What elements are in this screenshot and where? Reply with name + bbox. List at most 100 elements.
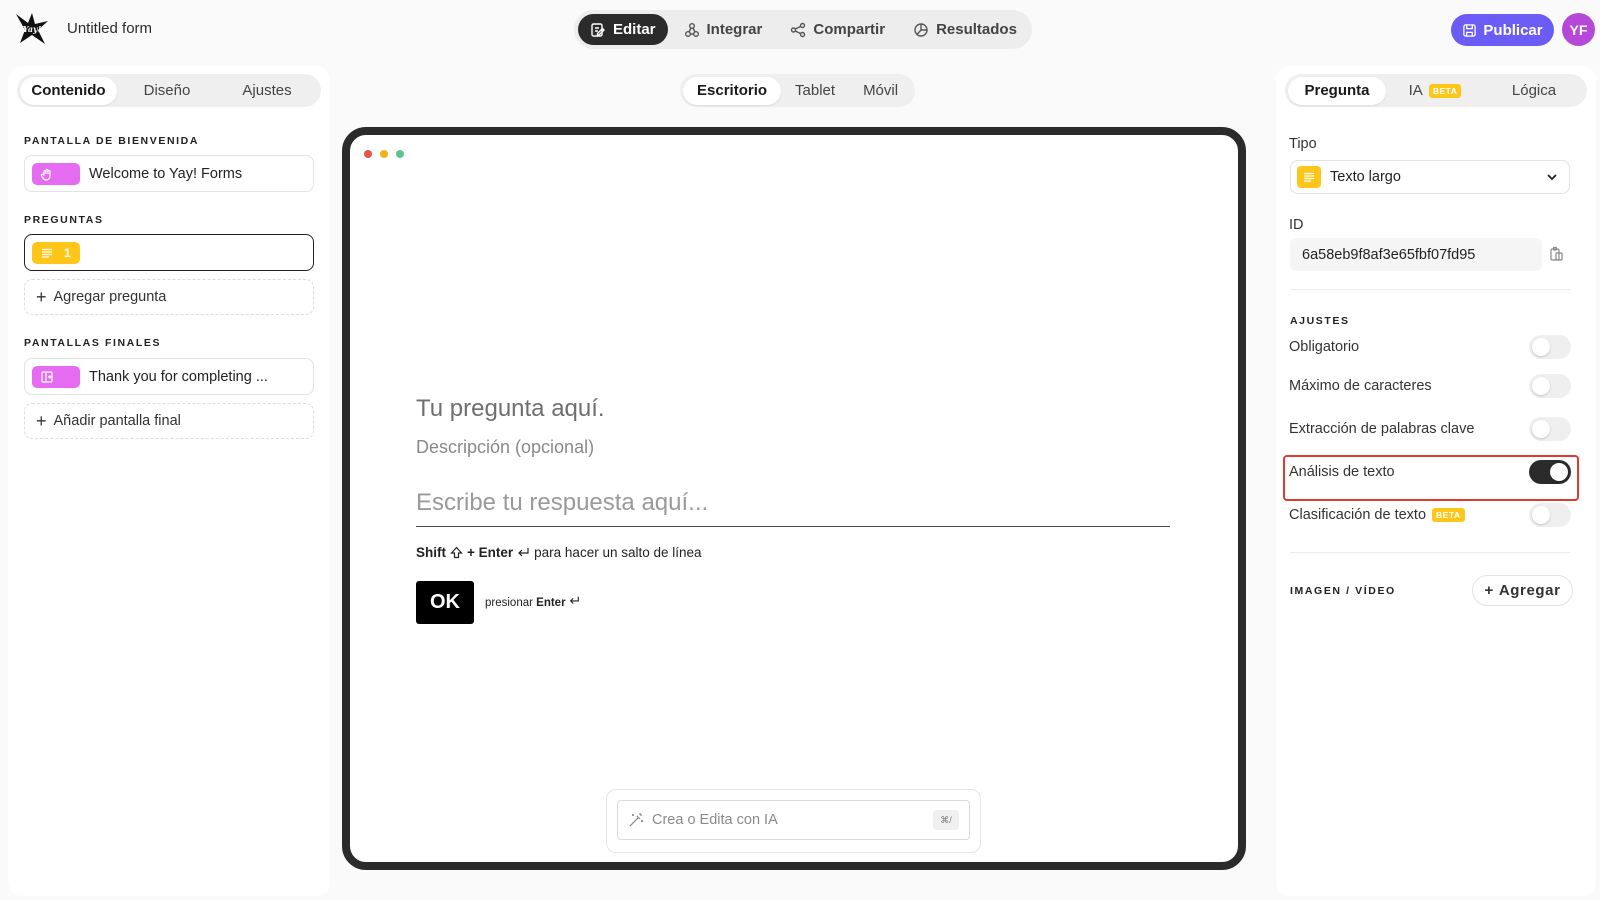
tab-diseno[interactable]: Diseño — [117, 77, 217, 105]
mode-results-button[interactable]: Resultados — [901, 14, 1029, 45]
long-text-icon — [42, 248, 52, 258]
question-chip: 1 — [32, 241, 80, 264]
max-chars-toggle[interactable] — [1529, 374, 1571, 398]
plus-icon: + — [36, 287, 47, 307]
add-ending-button[interactable]: + Añadir pantalla final — [24, 403, 314, 439]
question-title[interactable]: Tu pregunta aquí. — [416, 395, 605, 423]
question-type-select[interactable]: Texto largo — [1290, 160, 1570, 194]
mode-share-label: Compartir — [813, 21, 886, 38]
add-media-button[interactable]: + Agregar — [1472, 575, 1573, 606]
long-text-icon — [1304, 172, 1314, 182]
enter-icon — [518, 548, 529, 557]
right-tabs: Pregunta IA BETA Lógica — [1285, 74, 1587, 107]
ending-screen-item[interactable]: Thank you for completing ... — [24, 358, 314, 395]
type-label: Tipo — [1289, 136, 1317, 152]
mode-switcher: Editar Integrar Compartir Resultados — [574, 10, 1032, 49]
yay-forms-logo[interactable]: Yay! — [14, 11, 50, 47]
publish-icon — [1463, 23, 1477, 37]
mode-edit-button[interactable]: Editar — [578, 14, 668, 45]
maximize-dot — [396, 150, 404, 158]
settings-section-label: AJUSTES — [1290, 315, 1350, 327]
tab-ajustes[interactable]: Ajustes — [217, 77, 317, 105]
share-icon — [791, 22, 806, 37]
hand-wave-icon — [40, 168, 51, 181]
tab-ia-label: IA — [1408, 82, 1423, 99]
welcome-screen-item[interactable]: Welcome to Yay! Forms — [24, 155, 314, 192]
ending-item-label: Thank you for completing ... — [89, 368, 268, 385]
close-dot — [364, 150, 372, 158]
tab-pregunta[interactable]: Pregunta — [1288, 76, 1386, 105]
add-media-label: Agregar — [1498, 582, 1561, 599]
question-item[interactable]: 1 — [24, 234, 314, 271]
question-id-field[interactable]: 6a58eb9f8af3e65fbf07fd95 — [1290, 238, 1542, 271]
ok-button[interactable]: OK — [416, 581, 474, 624]
question-description[interactable]: Descripción (opcional) — [416, 437, 594, 458]
content-panel: Contenido Diseño Ajustes PANTALLA DE BIE… — [8, 66, 330, 896]
mode-share-button[interactable]: Compartir — [778, 14, 897, 45]
svg-text:Yay!: Yay! — [23, 24, 42, 34]
ai-shortcut-badge: ⌘/ — [933, 810, 959, 830]
tab-tablet[interactable]: Tablet — [781, 77, 849, 105]
mode-edit-label: Editar — [613, 21, 656, 38]
ai-prompt-input[interactable]: Crea o Edita con IA ⌘/ — [617, 800, 970, 840]
media-section-label: IMAGEN / VÍDEO — [1290, 585, 1396, 597]
setting-text-classification: Clasificación de texto BETA — [1289, 502, 1571, 528]
keyword-extraction-toggle[interactable] — [1529, 417, 1571, 441]
beta-badge: BETA — [1428, 83, 1462, 98]
enter-icon — [569, 596, 579, 604]
exit-door-icon — [41, 370, 53, 383]
hint-text: para hacer un salto de línea — [534, 545, 702, 560]
edit-icon — [591, 22, 605, 37]
divider — [1290, 552, 1570, 553]
mode-integrate-label: Integrar — [706, 21, 763, 38]
type-value: Texto largo — [1330, 169, 1401, 185]
setting-keyword-extraction: Extracción de palabras clave — [1289, 416, 1571, 442]
publish-button[interactable]: Publicar — [1451, 14, 1554, 46]
form-title[interactable]: Untitled form — [67, 20, 152, 37]
endings-section-label: PANTALLAS FINALES — [24, 337, 162, 349]
publish-label: Publicar — [1483, 21, 1543, 39]
question-settings-panel: Pregunta IA BETA Lógica Tipo Texto largo… — [1276, 66, 1596, 896]
mode-results-label: Resultados — [936, 21, 1017, 38]
setting-obligatorio: Obligatorio — [1289, 334, 1571, 360]
preview-panel: Escritorio Tablet Móvil Tu pregunta aquí… — [336, 66, 1272, 896]
divider — [1290, 289, 1570, 290]
setting-max-chars: Máximo de caracteres — [1289, 373, 1571, 399]
text-classification-toggle[interactable] — [1529, 503, 1571, 527]
hint-enter: + Enter — [467, 545, 514, 560]
mode-integrate-button[interactable]: Integrar — [672, 14, 775, 45]
ending-chip — [32, 365, 80, 388]
setting-label: Máximo de caracteres — [1289, 378, 1432, 394]
plus-icon: + — [1484, 582, 1494, 599]
add-ending-label: Añadir pantalla final — [53, 413, 181, 429]
desktop-preview-frame: Tu pregunta aquí. Descripción (opcional)… — [342, 127, 1246, 870]
hint-shift: Shift — [416, 545, 446, 560]
shift-icon — [450, 546, 463, 559]
tab-movil[interactable]: Móvil — [849, 77, 912, 105]
setting-label: Clasificación de texto — [1289, 507, 1427, 523]
magic-wand-icon — [629, 813, 643, 827]
welcome-section-label: PANTALLA DE BIENVENIDA — [24, 135, 200, 147]
device-tabs: Escritorio Tablet Móvil — [680, 74, 916, 107]
left-tabs: Contenido Diseño Ajustes — [17, 74, 321, 107]
tab-logica[interactable]: Lógica — [1484, 77, 1584, 105]
tab-contenido[interactable]: Contenido — [20, 76, 117, 105]
results-icon — [914, 22, 928, 37]
questions-section-label: PREGUNTAS — [24, 214, 104, 226]
answer-input[interactable]: Escribe tu respuesta aquí... — [416, 489, 1170, 527]
tab-escritorio[interactable]: Escritorio — [683, 76, 782, 105]
clipboard-icon[interactable] — [1548, 246, 1564, 262]
setting-label: Extracción de palabras clave — [1289, 421, 1475, 437]
type-chip — [1297, 166, 1321, 188]
setting-label: Obligatorio — [1289, 339, 1360, 355]
minimize-dot — [380, 150, 388, 158]
ai-placeholder: Crea o Edita con IA — [652, 812, 778, 828]
required-toggle[interactable] — [1529, 335, 1571, 359]
chevron-down-icon — [1547, 174, 1557, 181]
line-break-hint: Shift + Enter para hacer un salto de lín… — [416, 545, 702, 560]
add-question-button[interactable]: + Agregar pregunta — [24, 279, 314, 315]
plus-icon: + — [36, 411, 47, 431]
add-question-label: Agregar pregunta — [53, 289, 167, 305]
tab-ia[interactable]: IA BETA — [1386, 77, 1484, 105]
user-avatar[interactable]: YF — [1562, 13, 1595, 46]
